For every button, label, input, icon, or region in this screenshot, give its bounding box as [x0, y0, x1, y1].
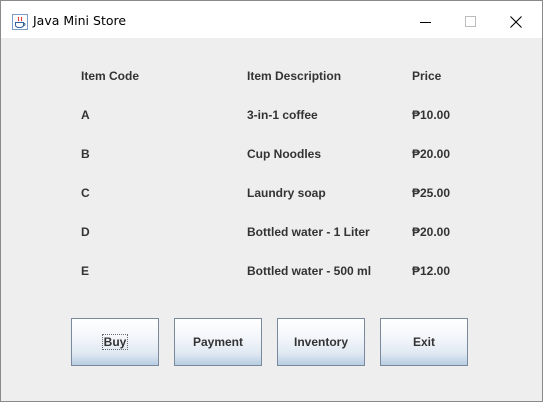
header-price: Price	[412, 69, 442, 83]
close-button[interactable]	[493, 1, 539, 38]
item-code-cell: A	[81, 108, 90, 122]
item-code-cell: B	[81, 147, 90, 161]
item-description-cell: Bottled water - 1 Liter	[247, 225, 370, 239]
main-window: Java Mini Store Item Code Item Descripti…	[0, 0, 543, 402]
item-description-cell: Laundry soap	[247, 186, 326, 200]
inventory-button[interactable]: Inventory	[277, 318, 365, 366]
store-panel: Item Code Item Description Price A 3-in-…	[1, 38, 542, 401]
item-description-cell: Cup Noodles	[247, 147, 321, 161]
payment-button[interactable]: Payment	[174, 318, 262, 366]
maximize-button[interactable]	[448, 1, 494, 38]
minimize-button[interactable]	[402, 1, 448, 38]
item-price-cell: ₱10.00	[412, 108, 451, 122]
maximize-icon	[465, 16, 476, 27]
buy-button-label: Buy	[101, 334, 129, 350]
payment-button-label: Payment	[192, 335, 244, 349]
window-title: Java Mini Store	[33, 13, 127, 28]
title-bar[interactable]: Java Mini Store	[1, 1, 542, 38]
minimize-icon	[420, 22, 431, 23]
header-item-code: Item Code	[81, 69, 140, 83]
exit-button-label: Exit	[412, 335, 435, 349]
item-price-cell: ₱25.00	[412, 186, 451, 200]
item-code-cell: E	[81, 264, 90, 278]
exit-button[interactable]: Exit	[380, 318, 468, 366]
item-description-cell: Bottled water - 500 ml	[247, 264, 372, 278]
item-description-cell: 3-in-1 coffee	[247, 108, 318, 122]
item-price-cell: ₱12.00	[412, 264, 451, 278]
java-cup-icon	[12, 14, 28, 30]
close-icon	[510, 16, 522, 28]
header-item-description: Item Description	[247, 69, 342, 83]
item-price-cell: ₱20.00	[412, 147, 451, 161]
item-code-cell: C	[81, 186, 90, 200]
buy-button[interactable]: Buy	[71, 318, 159, 366]
item-price-cell: ₱20.00	[412, 225, 451, 239]
inventory-button-label: Inventory	[293, 335, 348, 349]
item-code-cell: D	[81, 225, 90, 239]
